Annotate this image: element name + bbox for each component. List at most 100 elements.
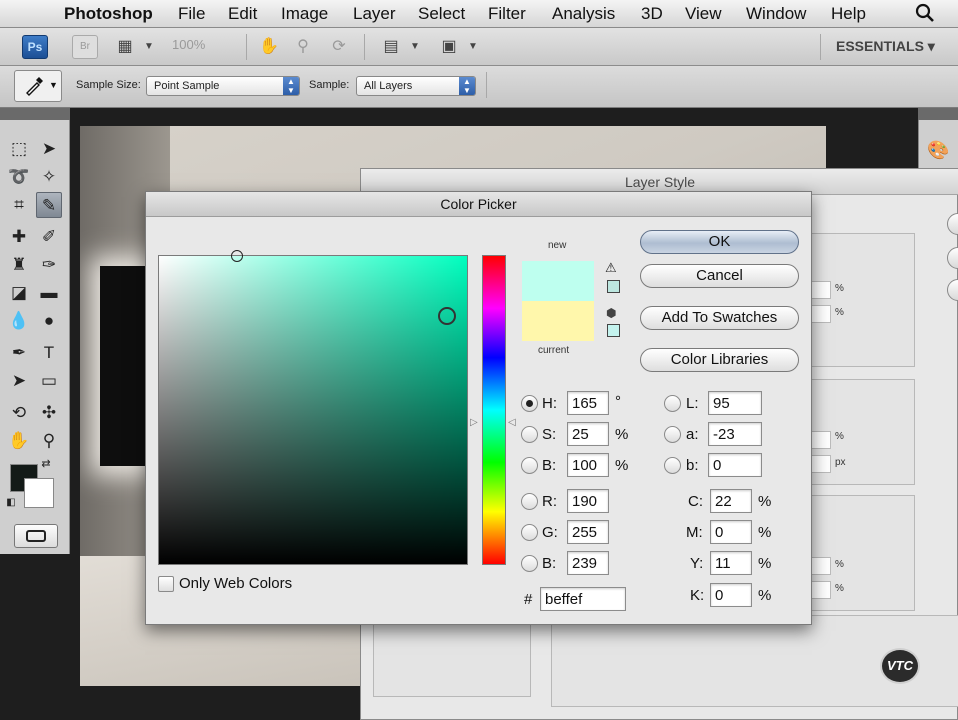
a-channel-field[interactable] bbox=[708, 422, 762, 446]
default-colors-icon[interactable]: ◧ bbox=[4, 496, 18, 510]
menu-view[interactable]: View bbox=[685, 4, 722, 24]
path-selection-tool-icon[interactable]: ➤ bbox=[6, 368, 32, 394]
color-field-marker[interactable] bbox=[231, 250, 243, 262]
rotate-view-icon[interactable]: ⟳ bbox=[328, 37, 350, 57]
brightness-field[interactable] bbox=[567, 453, 609, 477]
bridge-launch-button[interactable]: Br bbox=[72, 35, 98, 59]
cancel-button[interactable]: Cancel bbox=[640, 264, 799, 288]
menu-file[interactable]: File bbox=[178, 4, 205, 24]
current-color-swatch[interactable] bbox=[522, 301, 594, 341]
a-channel-radio[interactable] bbox=[664, 426, 681, 443]
b-channel-radio[interactable] bbox=[664, 457, 681, 474]
ok-button[interactable]: OK bbox=[640, 230, 799, 254]
hue-slider-handle-left-icon[interactable]: ▷ bbox=[470, 417, 478, 428]
toolbox-header[interactable] bbox=[0, 108, 70, 120]
lasso-tool-icon[interactable]: ➰ bbox=[6, 164, 32, 190]
eraser-tool-icon[interactable]: ◪ bbox=[6, 280, 32, 306]
workspace-switcher[interactable]: ESSENTIALS ▾ bbox=[836, 38, 935, 55]
hue-radio[interactable] bbox=[521, 395, 538, 412]
gamut-color-swatch[interactable] bbox=[607, 280, 620, 293]
layer-style-field[interactable] bbox=[809, 281, 831, 299]
menu-window[interactable]: Window bbox=[746, 4, 806, 24]
dodge-tool-icon[interactable]: ● bbox=[36, 308, 62, 334]
green-field[interactable] bbox=[567, 520, 609, 544]
magic-wand-tool-icon[interactable]: ✧ bbox=[36, 164, 62, 190]
zoom-tool-icon[interactable]: ⚲ bbox=[292, 37, 314, 57]
layer-style-field[interactable] bbox=[809, 455, 831, 473]
menu-edit[interactable]: Edit bbox=[228, 4, 257, 24]
tool-preset-picker[interactable]: ▼ bbox=[14, 70, 62, 102]
color-libraries-button[interactable]: Color Libraries bbox=[640, 348, 799, 372]
magenta-field[interactable] bbox=[710, 520, 752, 544]
gradient-tool-icon[interactable]: ▬ bbox=[36, 280, 62, 306]
red-field[interactable] bbox=[567, 489, 609, 513]
menu-app-name[interactable]: Photoshop bbox=[64, 4, 153, 24]
type-tool-icon[interactable]: T bbox=[36, 340, 62, 366]
shape-tool-icon[interactable]: ▭ bbox=[36, 368, 62, 394]
cyan-field[interactable] bbox=[710, 489, 752, 513]
b-channel-field[interactable] bbox=[708, 453, 762, 477]
menu-filter[interactable]: Filter bbox=[488, 4, 526, 24]
eyedropper-tool-icon[interactable]: ✎ bbox=[36, 192, 62, 218]
lightness-field[interactable] bbox=[708, 391, 762, 415]
background-color-swatch[interactable] bbox=[24, 478, 54, 508]
layer-style-field[interactable] bbox=[809, 431, 831, 449]
only-web-colors-checkbox[interactable] bbox=[158, 576, 174, 592]
pen-tool-icon[interactable]: ✒ bbox=[6, 340, 32, 366]
menu-analysis[interactable]: Analysis bbox=[552, 4, 615, 24]
layer-style-field[interactable] bbox=[809, 557, 831, 575]
history-brush-tool-icon[interactable]: ✑ bbox=[36, 252, 62, 278]
menu-image[interactable]: Image bbox=[281, 4, 328, 24]
hand-tool-icon[interactable]: ✋ bbox=[6, 428, 32, 454]
3d-orbit-tool-icon[interactable]: ✣ bbox=[36, 400, 62, 426]
sample-layers-select[interactable]: All Layers ▲ ▼ bbox=[356, 76, 476, 96]
green-radio[interactable] bbox=[521, 524, 538, 541]
saturation-brightness-field[interactable] bbox=[158, 250, 468, 565]
layer-style-button[interactable] bbox=[947, 247, 958, 269]
zoom-tool-icon[interactable]: ⚲ bbox=[36, 428, 62, 454]
panel-dock-header[interactable] bbox=[918, 108, 958, 120]
quick-mask-button[interactable] bbox=[14, 524, 58, 548]
blue-radio[interactable] bbox=[521, 555, 538, 572]
chevron-down-icon[interactable]: ▼ bbox=[138, 37, 160, 57]
hue-slider[interactable] bbox=[482, 255, 506, 565]
menu-layer[interactable]: Layer bbox=[353, 4, 396, 24]
clone-stamp-tool-icon[interactable]: ♜ bbox=[6, 252, 32, 278]
arrange-documents-icon[interactable]: ▤ bbox=[380, 37, 402, 57]
blue-field[interactable] bbox=[567, 551, 609, 575]
swap-colors-icon[interactable]: ⇄ bbox=[38, 456, 54, 472]
sample-size-select[interactable]: Point Sample ▲ ▼ bbox=[146, 76, 300, 96]
layer-style-field[interactable] bbox=[809, 305, 831, 323]
saturation-radio[interactable] bbox=[521, 426, 538, 443]
layer-style-field[interactable] bbox=[809, 581, 831, 599]
red-radio[interactable] bbox=[521, 493, 538, 510]
web-safe-color-swatch[interactable] bbox=[607, 324, 620, 337]
hue-field[interactable] bbox=[567, 391, 609, 415]
color-field-marker[interactable] bbox=[438, 307, 456, 325]
hex-field[interactable] bbox=[540, 587, 626, 611]
crop-tool-icon[interactable]: ⌗ bbox=[6, 192, 32, 218]
zoom-level-field[interactable]: 100% bbox=[172, 37, 232, 57]
menu-3d[interactable]: 3D bbox=[641, 4, 663, 24]
hue-slider-handle-right-icon[interactable]: ◁ bbox=[508, 417, 516, 428]
gamut-warning-icon[interactable]: ⚠ bbox=[605, 260, 617, 276]
brightness-radio[interactable] bbox=[521, 457, 538, 474]
menu-select[interactable]: Select bbox=[418, 4, 465, 24]
black-field[interactable] bbox=[710, 583, 752, 607]
saturation-field[interactable] bbox=[567, 422, 609, 446]
healing-brush-tool-icon[interactable]: ✚ bbox=[6, 224, 32, 250]
screen-mode-icon[interactable]: ▣ bbox=[438, 37, 460, 57]
web-safe-cube-icon[interactable]: ⬢ bbox=[606, 306, 616, 320]
lightness-radio[interactable] bbox=[664, 395, 681, 412]
menu-help[interactable]: Help bbox=[831, 4, 866, 24]
blur-tool-icon[interactable]: 💧 bbox=[6, 308, 32, 334]
layer-style-button[interactable] bbox=[947, 213, 958, 235]
brush-tool-icon[interactable]: ✐ bbox=[36, 224, 62, 250]
move-tool-icon[interactable]: ➤ bbox=[36, 136, 62, 162]
marquee-tool-icon[interactable]: ⬚ bbox=[6, 136, 32, 162]
add-to-swatches-button[interactable]: Add To Swatches bbox=[640, 306, 799, 330]
chevron-down-icon[interactable]: ▼ bbox=[404, 37, 426, 57]
hand-tool-icon[interactable]: ✋ bbox=[258, 37, 280, 57]
3d-rotate-tool-icon[interactable]: ⟲ bbox=[6, 400, 32, 426]
spotlight-search-icon[interactable] bbox=[914, 2, 936, 24]
